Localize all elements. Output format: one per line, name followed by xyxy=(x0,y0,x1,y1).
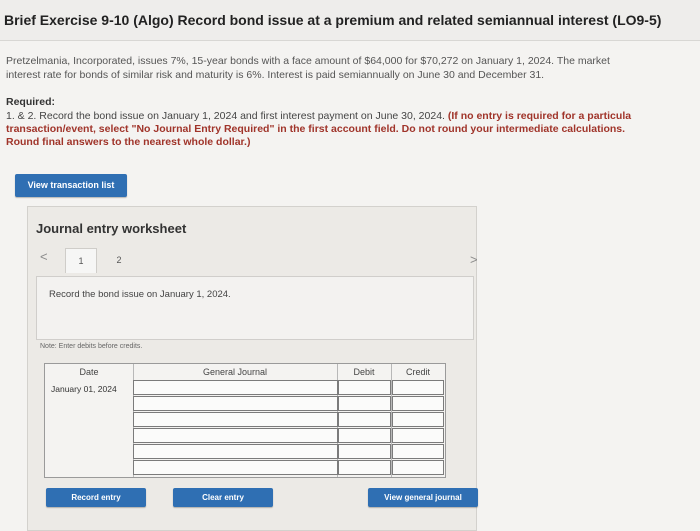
credit-cell[interactable] xyxy=(392,412,444,427)
required-heading: Required: xyxy=(6,96,56,108)
account-cell[interactable] xyxy=(133,460,338,475)
credit-cell[interactable] xyxy=(392,444,444,459)
worksheet-title: Journal entry worksheet xyxy=(36,221,187,236)
next-entry-chevron-icon[interactable]: > xyxy=(470,252,478,267)
debit-cell[interactable] xyxy=(338,380,391,395)
credit-cell[interactable] xyxy=(392,460,444,475)
required-text: 1. & 2. Record the bond issue on January… xyxy=(6,110,700,149)
title-bar: Brief Exercise 9-10 (Algo) Record bond i… xyxy=(0,0,700,41)
account-cell[interactable] xyxy=(133,396,338,411)
account-cell[interactable] xyxy=(133,380,338,395)
record-entry-button[interactable]: Record entry xyxy=(46,488,146,507)
required-line-1-plain: 1. & 2. Record the bond issue on January… xyxy=(6,110,445,122)
required-line-3: Round final answers to the nearest whole… xyxy=(6,136,251,148)
account-cell[interactable] xyxy=(133,412,338,427)
journal-entry-grid: Date General Journal Debit Credit Januar… xyxy=(44,363,446,478)
problem-text: Pretzelmania, Incorporated, issues 7%, 1… xyxy=(6,54,696,82)
debit-cell[interactable] xyxy=(338,428,391,443)
problem-line-2: interest rate for bonds of similar risk … xyxy=(6,69,545,81)
required-line-2: transaction/event, select "No Journal En… xyxy=(6,123,626,135)
debit-cell[interactable] xyxy=(338,412,391,427)
credit-cell[interactable] xyxy=(392,396,444,411)
account-cell[interactable] xyxy=(133,444,338,459)
clear-entry-button[interactable]: Clear entry xyxy=(173,488,273,507)
column-header-date: Date xyxy=(79,367,99,377)
view-transaction-list-button[interactable]: View transaction list xyxy=(15,174,127,197)
debit-credit-note: Note: Enter debits before credits. xyxy=(40,343,143,350)
entry-description: Record the bond issue on January 1, 2024… xyxy=(49,289,231,300)
debit-cell[interactable] xyxy=(338,460,391,475)
entry-date: January 01, 2024 xyxy=(51,384,117,394)
column-header-debit: Debit xyxy=(353,367,375,377)
debit-cell[interactable] xyxy=(338,444,391,459)
problem-line-1: Pretzelmania, Incorporated, issues 7%, 1… xyxy=(6,55,610,67)
page-title: Brief Exercise 9-10 (Algo) Record bond i… xyxy=(4,12,662,28)
required-instruction-bold: (If no entry is required for a particula xyxy=(444,110,632,122)
credit-cell[interactable] xyxy=(392,380,444,395)
prev-entry-chevron-icon[interactable]: < xyxy=(40,249,48,264)
debit-cell[interactable] xyxy=(338,396,391,411)
tab-entry-1[interactable]: 1 xyxy=(65,248,97,273)
tab-entry-2[interactable]: 2 xyxy=(104,248,134,272)
column-header-general-journal: General Journal xyxy=(202,367,268,377)
required-line-1: 1. & 2. Record the bond issue on January… xyxy=(6,110,700,123)
view-general-journal-button[interactable]: View general journal xyxy=(368,488,478,507)
account-cell[interactable] xyxy=(133,428,338,443)
entry-description-box xyxy=(36,276,474,340)
credit-cell[interactable] xyxy=(392,428,444,443)
column-header-credit: Credit xyxy=(405,367,430,377)
